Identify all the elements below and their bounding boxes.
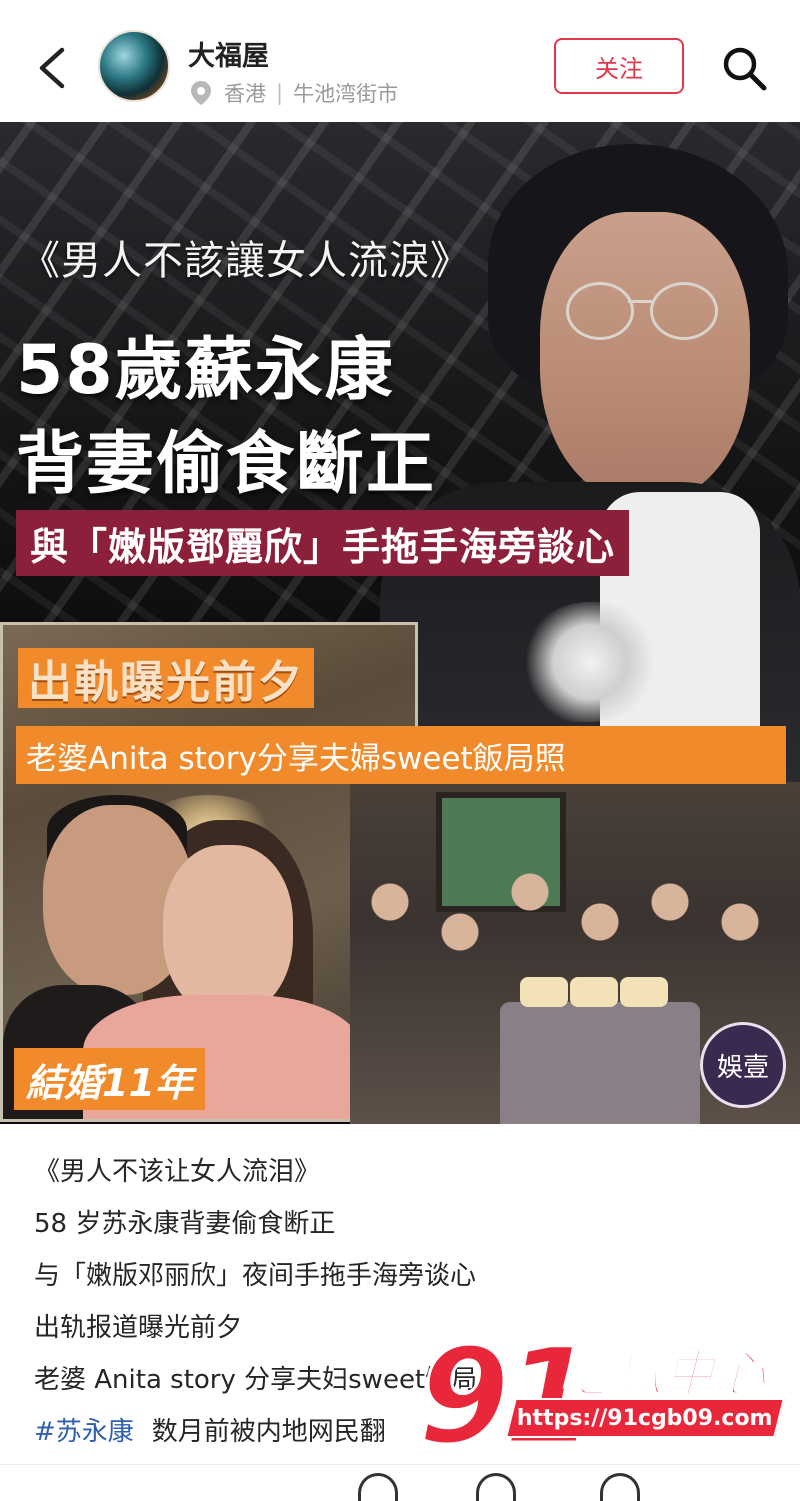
post-image[interactable]: 《男人不該讓女人流淚》 58歲蘇永康 背妻偷食斷正 與「嫩版鄧麗欣」手拖手海旁談… bbox=[0, 122, 800, 1124]
jacket-flower-print bbox=[520, 602, 660, 722]
cake bbox=[620, 977, 668, 1007]
poster-subheadline: 與「嫩版鄧麗欣」手拖手海旁談心 bbox=[16, 510, 630, 576]
poster-tag-before-exposure: 出軌曝光前夕 bbox=[18, 648, 314, 708]
watermark-overlay: 91 吃瓜中心 https://91cgb09.com bbox=[417, 1319, 788, 1476]
glasses-right-lens bbox=[650, 282, 718, 340]
location-separator: | bbox=[276, 81, 284, 105]
comment-icon[interactable] bbox=[476, 1473, 516, 1501]
woman-face bbox=[163, 845, 293, 1015]
search-icon[interactable] bbox=[720, 44, 768, 92]
caption-line-1: 《男人不该让女人流泪》 bbox=[34, 1157, 321, 1187]
back-chevron-icon[interactable] bbox=[34, 46, 70, 90]
author-name[interactable]: 大福屋 bbox=[188, 34, 269, 73]
hashtag-link[interactable]: #苏永康 bbox=[34, 1417, 134, 1447]
bottom-action-bar bbox=[0, 1464, 800, 1501]
caption-line-6-text: 数月前被内地网民翻 bbox=[151, 1417, 386, 1447]
post-header: 大福屋 香港 | 牛池湾街市 关注 bbox=[0, 0, 800, 122]
location-region: 香港 bbox=[224, 82, 266, 106]
poster-headline-2: 背妻偷食斷正 bbox=[16, 425, 437, 504]
poster-headline-1: 58歲蘇永康 bbox=[16, 331, 395, 410]
poster-married-label: 結婚11年 bbox=[14, 1048, 205, 1110]
watermark-url: https://91cgb09.com bbox=[505, 1398, 785, 1438]
poster-quote-title: 《男人不該讓女人流淚》 bbox=[20, 238, 471, 284]
location-row[interactable]: 香港 | 牛池湾街市 bbox=[190, 78, 398, 108]
follow-button[interactable]: 关注 bbox=[554, 38, 684, 94]
glasses-bridge bbox=[628, 300, 652, 303]
map-pin-icon bbox=[191, 81, 211, 105]
singer-face bbox=[540, 212, 750, 502]
like-icon[interactable] bbox=[358, 1473, 398, 1501]
location-place: 牛池湾街市 bbox=[293, 82, 399, 106]
caption-line-2: 58 岁苏永康背妻偷食断正 bbox=[34, 1209, 336, 1239]
caption-line-3: 与「嫩版邓丽欣」夜间手拖手海旁谈心 bbox=[34, 1261, 477, 1291]
poster-tag-story: 老婆Anita story分享夫婦sweet飯局照 bbox=[16, 726, 786, 784]
media-logo-badge: 娛壹 bbox=[700, 1022, 786, 1108]
collect-icon[interactable] bbox=[600, 1473, 640, 1501]
watermark-name: 吃瓜中心 bbox=[559, 1344, 768, 1404]
author-avatar[interactable] bbox=[98, 30, 170, 102]
cake-table bbox=[500, 1002, 700, 1124]
glasses-left-lens bbox=[566, 282, 634, 340]
cake bbox=[570, 977, 618, 1007]
watermark-url-text: https://91cgb09.com bbox=[517, 1405, 773, 1431]
cake bbox=[520, 977, 568, 1007]
